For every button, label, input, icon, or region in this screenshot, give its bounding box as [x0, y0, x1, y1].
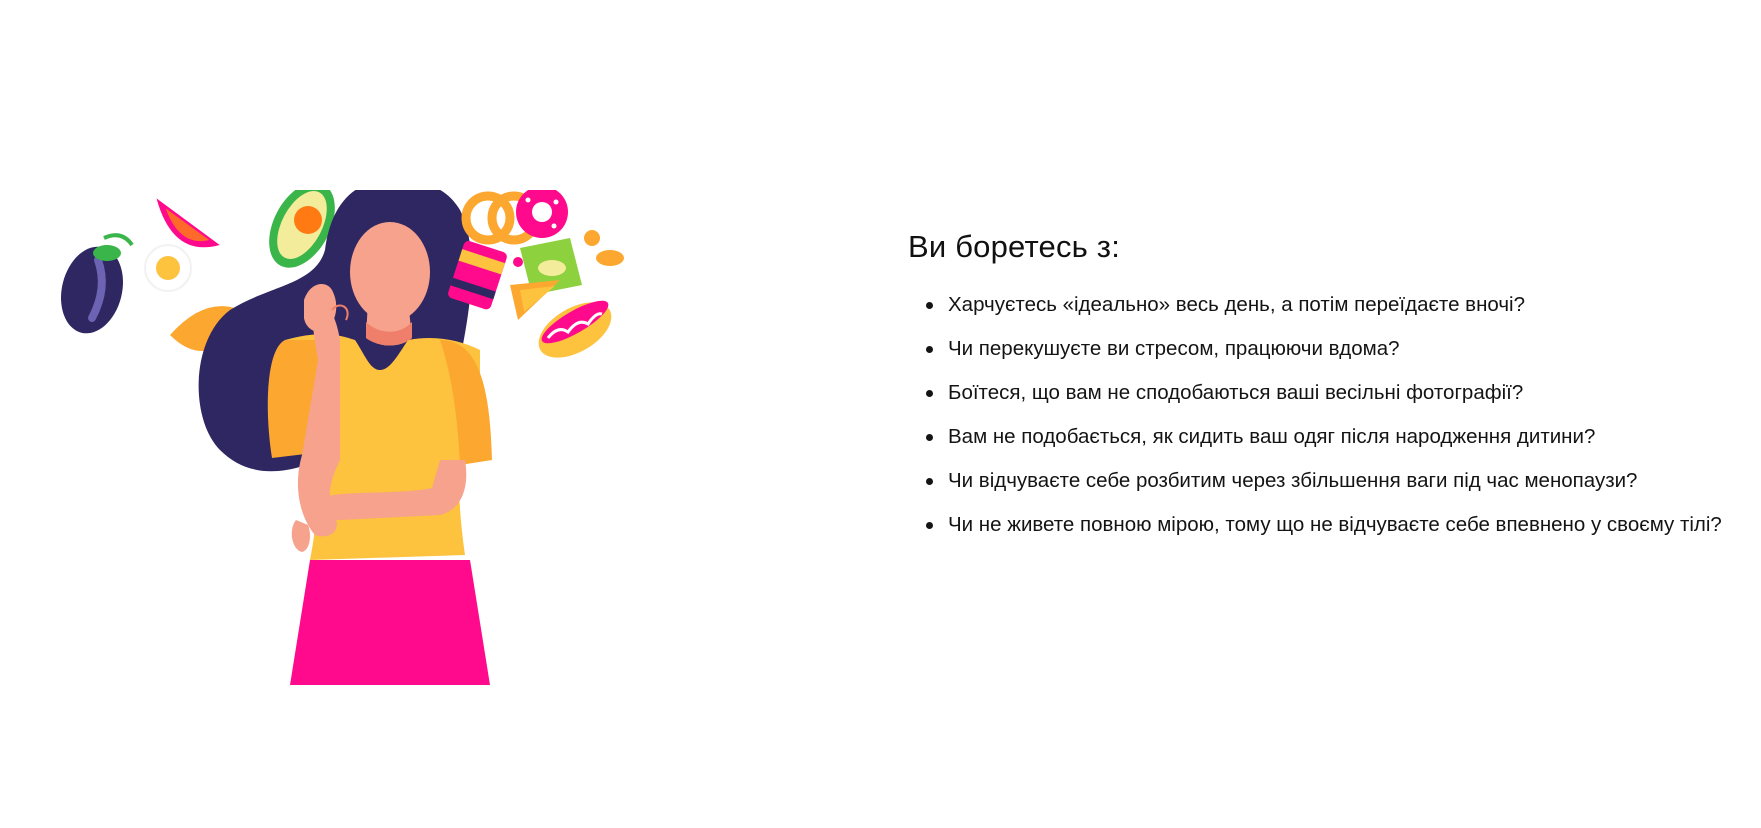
bullet-icon: [926, 389, 933, 397]
list-item: Харчуєтесь «ідеально» весь день, а потім…: [908, 283, 1753, 327]
list-item-text: Чи перекушуєте ви стресом, працюючи вдом…: [948, 336, 1400, 360]
list-item-text: Харчуєтесь «ідеально» весь день, а потім…: [948, 292, 1525, 316]
face: [350, 222, 430, 322]
bullet-icon: [926, 477, 933, 485]
skirt: [290, 560, 490, 685]
list-item-text: Чи відчуваєте себе розбитим через збільш…: [948, 468, 1638, 492]
list-item: Боїтеся, що вам не сподобаються ваші вес…: [908, 371, 1753, 415]
bullet-icon: [926, 433, 933, 441]
bullet-icon: [926, 301, 933, 309]
sandwich-icon: [510, 280, 560, 320]
list-item: Чи перекушуєте ви стресом, працюючи вдом…: [908, 327, 1753, 371]
list-item-text: Вам не подобається, як сидить ваш одяг п…: [948, 424, 1596, 448]
section-heading: Ви боретесь з:: [908, 229, 1121, 264]
struggles-section: Ви боретесь з: Харчуєтесь «ідеально» вес…: [908, 228, 1753, 547]
grapefruit-slice-icon: [156, 198, 220, 248]
woman-thinking-illustration: [40, 190, 720, 775]
hotdog-icon: [538, 300, 612, 358]
fried-egg-icon: [144, 244, 192, 292]
list-item-text: Боїтеся, що вам не сподобаються ваші вес…: [948, 380, 1524, 404]
donut-icon: [516, 190, 568, 238]
list-item: Вам не подобається, як сидить ваш одяг п…: [908, 415, 1753, 459]
list-item: Чи не живете повною мірою, тому що не ві…: [908, 503, 1753, 547]
bullet-icon: [926, 345, 933, 353]
list-item: Чи відчуваєте себе розбитим через збільш…: [908, 459, 1753, 503]
struggles-list: Харчуєтесь «ідеально» весь день, а потім…: [908, 283, 1753, 547]
bullet-icon: [926, 521, 933, 529]
list-item-text: Чи не живете повною мірою, тому що не ві…: [948, 512, 1722, 536]
eggplant-icon: [61, 233, 134, 334]
